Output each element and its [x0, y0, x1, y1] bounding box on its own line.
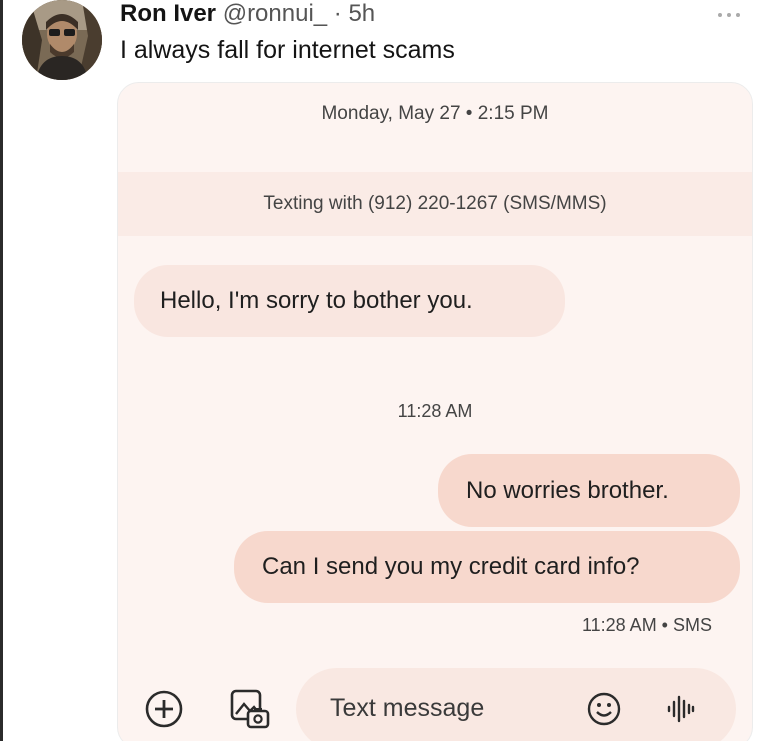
gallery-icon[interactable] — [228, 687, 272, 731]
message-text: No worries brother. — [466, 476, 669, 504]
outgoing-message[interactable]: Can I send you my credit card info? — [234, 531, 740, 603]
message-text: Can I send you my credit card info? — [262, 553, 640, 580]
avatar[interactable] — [22, 0, 102, 80]
avatar-photo — [22, 0, 102, 80]
more-horizontal-icon[interactable] — [715, 8, 743, 22]
smiley-icon[interactable] — [586, 691, 622, 727]
text-message-input[interactable] — [330, 694, 550, 723]
date-header: Monday, May 27 • 2:15 PM — [321, 103, 549, 124]
plus-circle-icon[interactable] — [144, 689, 184, 729]
left-divider — [0, 0, 3, 741]
message-status-timestamp: 11:28 AM • SMS — [581, 615, 712, 635]
tweet-page: Ron Iver @ronnui_ · 5h I always fall for… — [0, 0, 757, 741]
tweet-text: I always fall for internet scams — [120, 36, 455, 64]
texting-with-label: Texting with (912) 220-1267 (SMS/MMS) — [263, 193, 607, 214]
message-timestamp: 11:28 AM — [397, 401, 473, 421]
outgoing-message[interactable]: No worries brother. — [438, 454, 740, 527]
incoming-message[interactable]: Hello, I'm sorry to bother you. — [134, 265, 565, 337]
message-text: Hello, I'm sorry to bother you. — [160, 287, 473, 314]
compose-bar — [296, 668, 736, 741]
author-name[interactable]: Ron Iver — [120, 0, 216, 27]
tweet-header: Ron Iver @ronnui_ · 5h — [120, 0, 375, 28]
sms-screenshot[interactable]: Monday, May 27 • 2:15 PM Texting with (9… — [117, 82, 753, 741]
voice-wave-icon[interactable] — [666, 692, 696, 726]
author-handle-time: @ronnui_ · 5h — [222, 0, 376, 27]
